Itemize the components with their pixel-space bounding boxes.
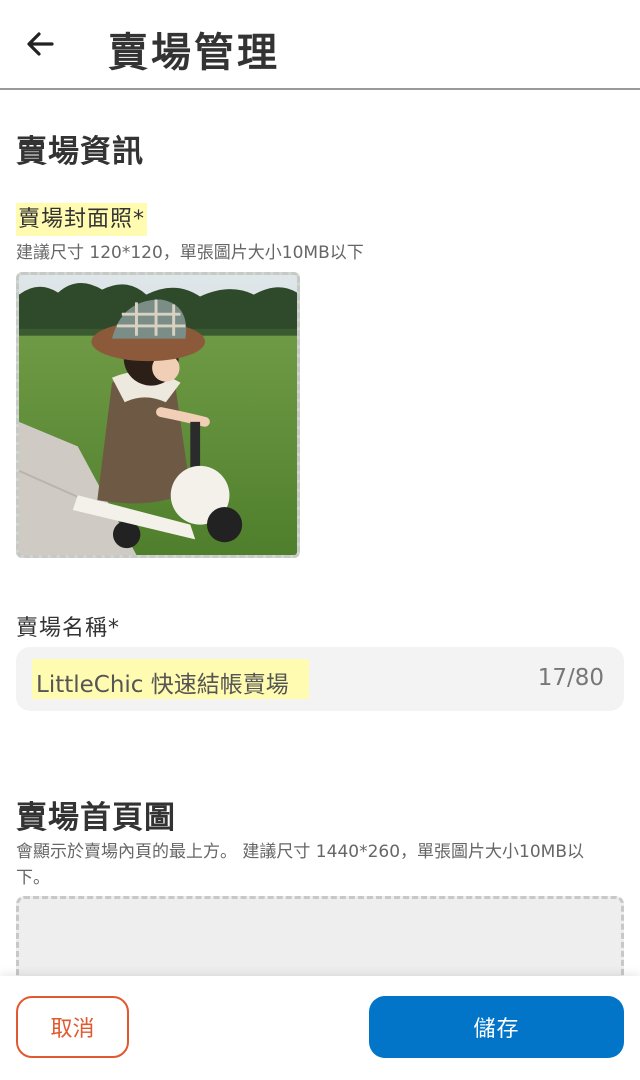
- back-button[interactable]: [18, 22, 62, 66]
- cover-photo-upload[interactable]: [16, 272, 300, 558]
- cover-photo-label: 賣場封面照*: [16, 201, 148, 236]
- page-title: 賣場管理: [108, 30, 280, 76]
- cover-photo-image: [19, 275, 297, 555]
- store-info-heading: 賣場資訊: [16, 134, 144, 170]
- store-name-char-counter: 17/80: [537, 665, 604, 691]
- app-header: 賣場管理: [0, 0, 640, 90]
- store-name-value: LittleChic 快速結帳賣場: [32, 659, 309, 699]
- save-button[interactable]: 儲存: [369, 996, 624, 1058]
- cover-photo-hint: 建議尺寸 120*120，單張圖片大小10MB以下: [16, 243, 364, 263]
- store-name-input[interactable]: LittleChic 快速結帳賣場 17/80: [16, 647, 624, 711]
- store-management-screen: 賣場管理 賣場資訊 賣場封面照* 建議尺寸 120*120，單張圖片大小10MB…: [0, 0, 640, 1080]
- homepage-image-heading: 賣場首頁圖: [16, 800, 176, 836]
- action-footer: 取消 儲存: [0, 976, 640, 1080]
- arrow-left-icon: [27, 32, 54, 56]
- cancel-button[interactable]: 取消: [16, 996, 129, 1058]
- cover-photo-label-text: 賣場封面照*: [16, 203, 148, 236]
- homepage-image-hint: 會顯示於賣場內頁的最上方。 建議尺寸 1440*260，單張圖片大小10MB以下…: [16, 842, 584, 888]
- store-name-label: 賣場名稱*: [16, 616, 121, 641]
